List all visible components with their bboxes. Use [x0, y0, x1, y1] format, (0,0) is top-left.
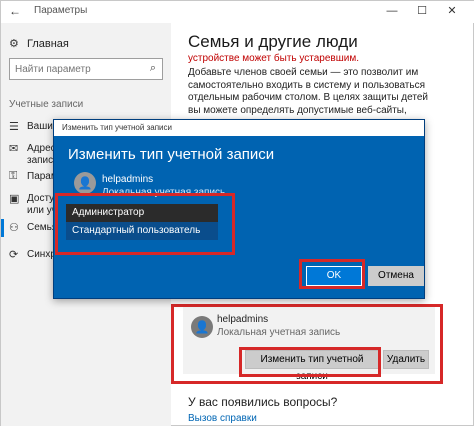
maximize-button[interactable]: ☐	[407, 3, 437, 19]
avatar-icon: 👤	[74, 172, 96, 194]
sync-icon: ⟳	[9, 249, 19, 261]
option-administrator[interactable]: Администратор	[66, 204, 218, 222]
search-box[interactable]: ⌕	[9, 58, 163, 80]
change-account-type-button[interactable]: Изменить тип учетной записи	[245, 350, 379, 382]
section-label: Учетные записи	[9, 99, 84, 110]
change-account-type-dialog: Изменить тип учетной записи Изменить тип…	[53, 119, 425, 299]
sidebar-home[interactable]: ⚙ Главная	[9, 37, 69, 50]
window-title: Параметры	[34, 5, 88, 16]
page-title: Семья и другие люди	[188, 32, 358, 51]
cancel-button[interactable]: Отмена	[368, 266, 424, 286]
search-icon[interactable]: ⌕	[150, 62, 156, 75]
user-info-icon: ☰	[9, 121, 19, 133]
questions-heading: У вас появились вопросы?	[188, 395, 338, 409]
warning-text: устройстве может быть устаревшим.	[188, 53, 359, 64]
delete-account-button[interactable]: Удалить	[383, 350, 429, 369]
home-label: Главная	[27, 38, 69, 50]
dialog-heading: Изменить тип учетной записи	[68, 146, 275, 163]
account-name: helpadmins	[217, 314, 269, 325]
title-bar: ← Параметры — ☐ ✕	[1, 1, 474, 23]
sidebar-item-label: Адрес	[27, 143, 56, 154]
briefcase-icon: ▣	[9, 193, 20, 205]
mail-icon: ✉	[9, 143, 19, 155]
account-card[interactable]: 👤 helpadmins Локальная учетная запись Из…	[183, 306, 435, 382]
back-arrow-icon[interactable]: ←	[9, 4, 21, 18]
sidebar-item-label: Ваши	[27, 121, 53, 132]
active-indicator	[1, 219, 4, 237]
dialog-title-text: Изменить тип учетной записи	[62, 123, 172, 132]
search-input[interactable]	[10, 59, 140, 80]
option-standard-user[interactable]: Стандартный пользователь	[66, 222, 218, 240]
dialog-title-bar: Изменить тип учетной записи	[54, 120, 424, 136]
gear-icon: ⚙	[9, 38, 19, 50]
key-icon: ⚿	[9, 170, 18, 182]
sidebar-item-label: Синхр	[27, 249, 56, 260]
ok-button[interactable]: OK	[306, 266, 362, 286]
help-link[interactable]: Вызов справки	[188, 413, 257, 424]
account-type: Локальная учетная запись	[217, 327, 341, 338]
avatar-icon: 👤	[191, 316, 213, 338]
settings-window: ← Параметры — ☐ ✕ ⚙ Главная ⌕ Учетные зап…	[0, 0, 474, 426]
dialog-account-name: helpadmins	[102, 174, 154, 185]
close-button[interactable]: ✕	[437, 3, 467, 19]
dialog-account-type: Локальная учетная запись	[102, 187, 226, 198]
minimize-button[interactable]: —	[377, 3, 407, 19]
family-icon: ⚇	[9, 222, 19, 234]
